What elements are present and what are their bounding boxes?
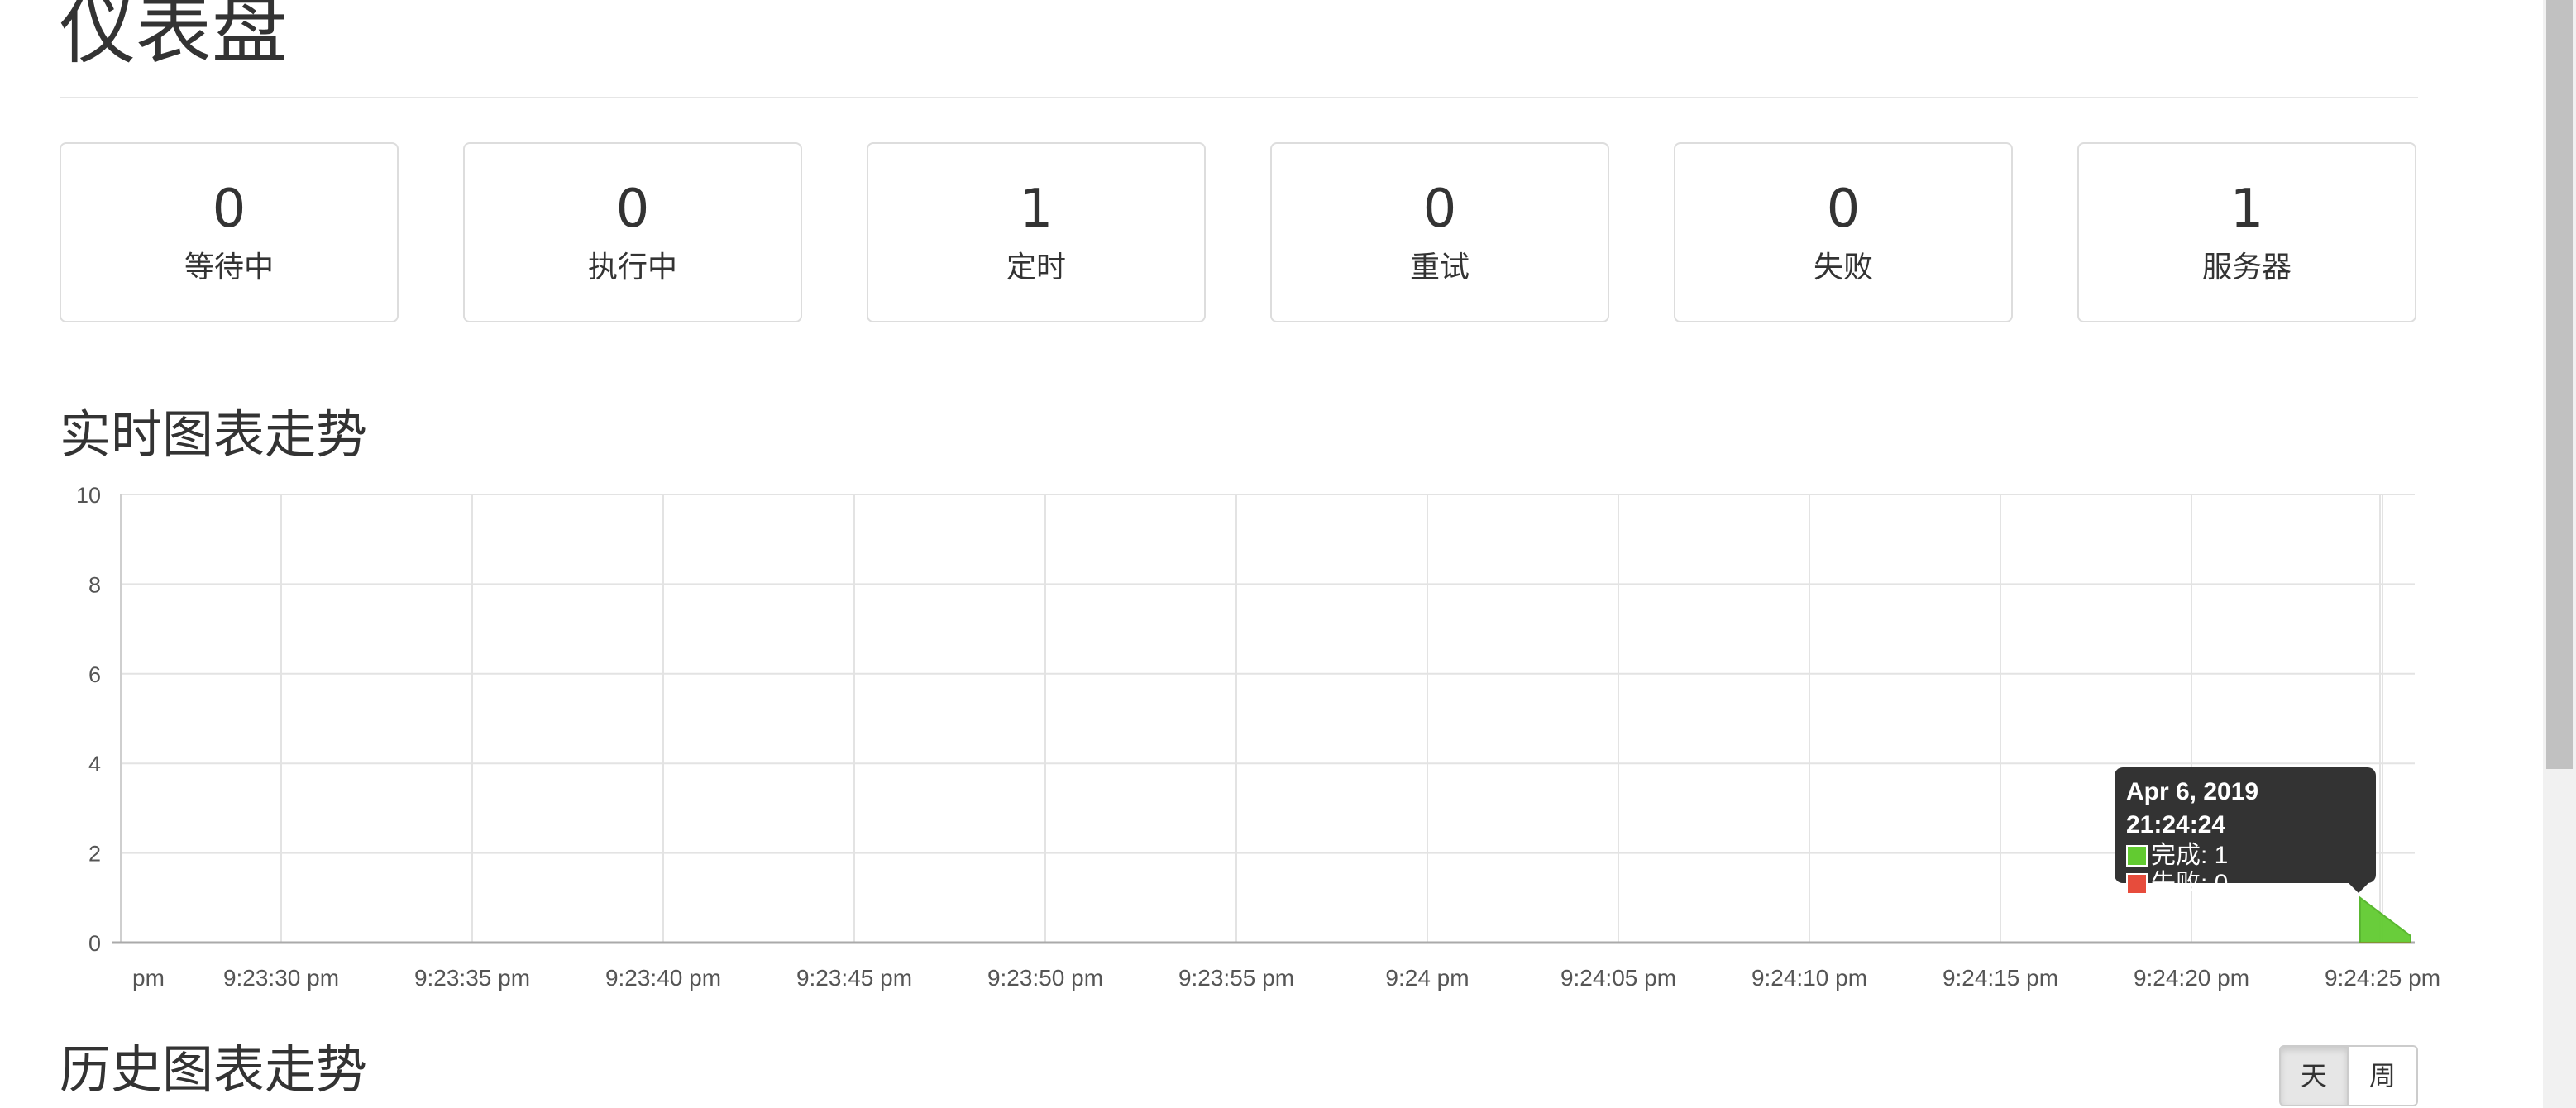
tooltip-row-label: 完成: 1 bbox=[2151, 842, 2229, 869]
stat-box-enqueued[interactable]: 0 等待中 bbox=[60, 142, 399, 322]
stat-label: 执行中 bbox=[587, 251, 677, 284]
y-tick-label: 6 bbox=[88, 662, 101, 687]
x-tick-label: 9:23:35 pm bbox=[414, 965, 530, 991]
stat-value: 1 bbox=[2230, 179, 2264, 240]
chart-tooltip: Apr 6, 2019 21:24:24 完成: 1 失败: 0 bbox=[2115, 767, 2376, 897]
stat-value: 0 bbox=[212, 179, 246, 240]
page-title: 仪表盘 bbox=[60, 0, 289, 74]
stat-box-retries[interactable]: 0 重试 bbox=[1270, 142, 1609, 322]
x-tick-label: 9:23:50 pm bbox=[987, 965, 1103, 991]
x-tick-label: pm bbox=[132, 965, 165, 991]
x-tick-label: 9:24 pm bbox=[1385, 965, 1469, 991]
x-tick-label: 9:24:10 pm bbox=[1752, 965, 1867, 991]
tooltip-row-failure: 失败: 0 bbox=[2126, 870, 2364, 898]
realtime-chart: 0 2 4 6 8 10 pm 9:23:30 pm 9:23:35 pm 9:23:40 pm 9… bbox=[0, 463, 2576, 1009]
y-tick-label: 0 bbox=[88, 931, 101, 956]
x-tick-label: 9:23:45 pm bbox=[796, 965, 912, 991]
tooltip-row-label: 失败: 0 bbox=[2151, 870, 2229, 897]
stat-box-failed[interactable]: 0 失败 bbox=[1674, 142, 2013, 322]
series-area-success bbox=[2359, 895, 2411, 943]
y-tick-label: 10 bbox=[76, 483, 101, 508]
x-tick-label: 9:23:30 pm bbox=[223, 965, 339, 991]
realtime-chart-title: 实时图表走势 bbox=[60, 404, 368, 465]
x-tick-label: 9:24:05 pm bbox=[1560, 965, 1676, 991]
stat-value: 0 bbox=[1422, 179, 1457, 240]
stat-value: 1 bbox=[1019, 179, 1054, 240]
x-tick-label: 9:23:40 pm bbox=[605, 965, 721, 991]
stat-value: 0 bbox=[615, 179, 650, 240]
stat-label: 等待中 bbox=[184, 251, 274, 284]
stat-value: 0 bbox=[1826, 179, 1861, 240]
tooltip-arrow bbox=[2347, 881, 2370, 893]
y-tick-label: 2 bbox=[88, 842, 101, 867]
stat-label: 定时 bbox=[1006, 251, 1066, 284]
stat-label: 服务器 bbox=[2201, 251, 2292, 284]
x-tick-label: 9:24:20 pm bbox=[2134, 965, 2249, 991]
tooltip-title: Apr 6, 2019 21:24:24 bbox=[2126, 778, 2259, 838]
stat-label: 失败 bbox=[1813, 251, 1873, 284]
range-button-day[interactable]: 天 bbox=[2279, 1045, 2349, 1106]
range-button-week[interactable]: 周 bbox=[2349, 1045, 2418, 1106]
stat-box-scheduled[interactable]: 1 定时 bbox=[867, 142, 1206, 322]
range-toggle-group: 天 周 bbox=[2279, 1045, 2418, 1106]
success-swatch-icon bbox=[2126, 845, 2148, 867]
scrollbar-thumb[interactable] bbox=[2546, 0, 2573, 769]
stat-box-processing[interactable]: 0 执行中 bbox=[463, 142, 802, 322]
x-tick-label: 9:24:15 pm bbox=[1943, 965, 2058, 991]
y-tick-label: 4 bbox=[88, 752, 101, 776]
stat-box-servers[interactable]: 1 服务器 bbox=[2077, 142, 2416, 322]
x-tick-label: 9:24:25 pm bbox=[2325, 965, 2440, 991]
x-tick-label: 9:23:55 pm bbox=[1178, 965, 1294, 991]
y-tick-label: 8 bbox=[88, 572, 101, 597]
history-chart-title: 历史图表走势 bbox=[60, 1039, 368, 1100]
tooltip-row-success: 完成: 1 bbox=[2126, 842, 2364, 870]
stat-label: 重试 bbox=[1409, 251, 1470, 284]
title-divider bbox=[60, 97, 2418, 98]
realtime-chart-svg: 0 2 4 6 8 10 pm 9:23:30 pm 9:23:35 pm 9:23:40 pm 9… bbox=[76, 483, 2440, 991]
failure-swatch-icon bbox=[2126, 873, 2148, 895]
